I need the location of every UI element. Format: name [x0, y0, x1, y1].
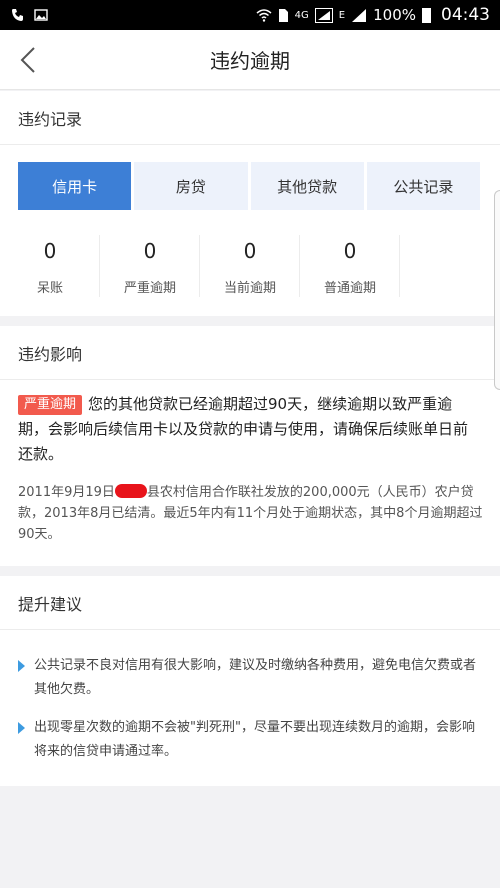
chevron-left-icon — [20, 47, 35, 73]
default-impact-section: 违约影响 严重逾期 您的其他贷款已经逾期超过90天，继续逾期以致严重逾期，会影响后… — [0, 326, 500, 566]
stat-value: 0 — [143, 239, 157, 263]
signal-type-label: 4G — [294, 9, 309, 21]
stat-label: 呆账 — [36, 281, 63, 296]
advice-item: 出现零星次数的逾期不会被"判死刑"，尽量不要出现连续数月的逾期，会影响将来的信贷… — [18, 716, 480, 764]
status-right: 4G E 100% 04:43 — [256, 5, 490, 25]
image-notification-icon — [34, 9, 48, 21]
wifi-icon — [256, 9, 272, 22]
record-tabs: 信用卡 房贷 其他贷款 公共记录 — [18, 162, 480, 210]
tab-other-loans[interactable]: 其他贷款 — [250, 162, 364, 210]
stat-value: 0 — [343, 239, 357, 263]
stat-current-overdue: 0 当前逾期 — [200, 231, 300, 301]
advice-heading: 提升建议 — [0, 576, 500, 630]
impact-message-text: 您的其他贷款已经逾期超过90天，继续逾期以致严重逾期，会影响后续信用卡以及贷款的… — [18, 395, 469, 463]
stat-normal-overdue: 0 普通逾期 — [300, 231, 400, 301]
tab-mortgage[interactable]: 房贷 — [134, 162, 248, 210]
severity-badge: 严重逾期 — [18, 395, 83, 415]
stat-bad-debt: 0 呆账 — [0, 231, 100, 301]
phone-call-icon — [12, 9, 23, 21]
tab-credit-card[interactable]: 信用卡 — [18, 162, 132, 210]
stat-label: 严重逾期 — [123, 281, 176, 296]
stats-row: 0 呆账 0 严重逾期 0 当前逾期 0 普通逾期 — [0, 231, 500, 301]
page-title: 违约逾期 — [210, 49, 290, 73]
advice-text: 出现零星次数的逾期不会被"判死刑"，尽量不要出现连续数月的逾期，会影响将来的信贷… — [34, 720, 475, 759]
sim-card-icon — [278, 8, 288, 22]
battery-percent: 100% — [373, 6, 416, 24]
bullet-triangle-icon — [18, 660, 25, 672]
default-record-section: 违约记录 信用卡 房贷 其他贷款 公共记录 0 呆账 0 严重逾期 0 当前逾期… — [0, 91, 500, 316]
signal-bars-icon — [352, 8, 367, 22]
signal-strength-icon — [314, 7, 333, 23]
stat-serious-overdue: 0 严重逾期 — [100, 231, 200, 301]
status-bar: 4G E 100% 04:43 — [0, 0, 500, 30]
stat-label: 当前逾期 — [223, 281, 276, 296]
detail-date: 2011年9月19日 — [18, 485, 115, 500]
battery-icon — [422, 7, 431, 23]
stat-value: 0 — [43, 239, 57, 263]
advice-item: 公共记录不良对信用有很大影响，建议及时缴纳各种费用，避免电信欠费或者其他欠费。 — [18, 654, 480, 702]
stat-value: 0 — [243, 239, 257, 263]
mobile-data-label: E — [338, 9, 346, 21]
back-button[interactable] — [10, 42, 46, 78]
scroll-handle[interactable] — [494, 190, 500, 390]
status-time: 04:43 — [441, 5, 490, 25]
impact-message: 严重逾期 您的其他贷款已经逾期超过90天，继续逾期以致严重逾期，会影响后续信用卡以… — [18, 392, 482, 467]
default-impact-heading: 违约影响 — [0, 326, 500, 380]
impact-detail: 2011年9月19日 县农村信用合作联社发放的200,000元（人民币）农户贷款，… — [18, 482, 486, 545]
advice-text: 公共记录不良对信用有很大影响，建议及时缴纳各种费用，避免电信欠费或者其他欠费。 — [34, 658, 477, 697]
default-record-heading: 违约记录 — [0, 91, 500, 145]
nav-bar: 违约逾期 — [0, 30, 500, 90]
redaction-mark — [114, 484, 147, 498]
stat-label: 普通逾期 — [323, 281, 376, 296]
tab-public-records[interactable]: 公共记录 — [366, 162, 480, 210]
advice-section: 提升建议 公共记录不良对信用有很大影响，建议及时缴纳各种费用，避免电信欠费或者其… — [0, 576, 500, 786]
bullet-triangle-icon — [18, 722, 25, 734]
status-left — [10, 7, 48, 23]
